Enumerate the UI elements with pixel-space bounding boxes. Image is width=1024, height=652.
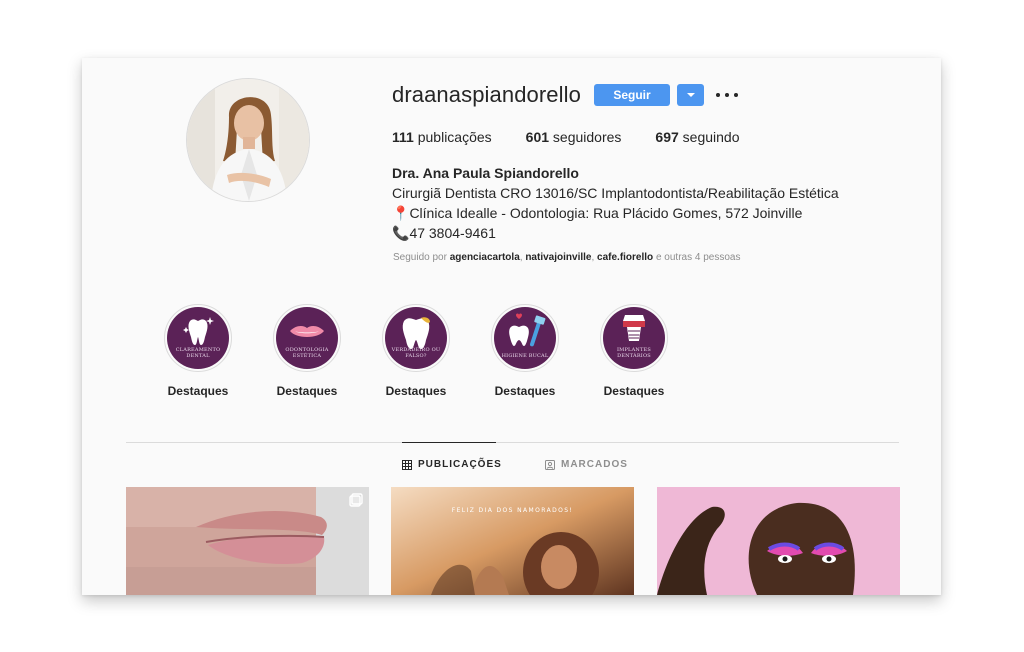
highlight-label: Destaques xyxy=(167,384,229,398)
makeup-photo xyxy=(657,487,900,595)
followed-by-user[interactable]: nativajoinville xyxy=(525,252,591,263)
tabs-divider xyxy=(126,442,899,443)
highlight-label: Destaques xyxy=(276,384,338,398)
bio-line-phone: 📞47 3804-9461 xyxy=(392,225,496,241)
lips-photo xyxy=(126,487,369,595)
profile-avatar[interactable] xyxy=(186,78,310,202)
highlight-item[interactable]: HIGIENE BUCAL Destaques xyxy=(489,304,561,398)
more-dot-icon xyxy=(734,93,738,97)
highlight-cover: CLAREAMENTO DENTAL xyxy=(167,307,229,369)
tab-publicacoes[interactable]: PUBLICAÇÕES xyxy=(402,459,502,470)
suggestions-dropdown-button[interactable] xyxy=(677,84,704,106)
grid-icon xyxy=(402,459,412,470)
highlight-cover: ODONTOLOGIA ESTÉTICA xyxy=(276,307,338,369)
highlight-item[interactable]: VERDADEIRO OU FALSO? Destaques xyxy=(380,304,452,398)
avatar-photo xyxy=(187,79,309,201)
post-thumbnail[interactable] xyxy=(126,487,369,595)
profile-full-name: Dra. Ana Paula Spiandorello xyxy=(392,165,579,181)
follow-button[interactable]: Seguir xyxy=(594,84,670,106)
post-caption: FELIZ DIA DOS NAMORADOS! xyxy=(451,507,574,514)
more-dot-icon xyxy=(725,93,729,97)
multiple-photos-icon xyxy=(349,493,363,507)
tooth-sparkle-icon xyxy=(183,317,214,345)
more-dot-icon xyxy=(716,93,720,97)
more-options-button[interactable] xyxy=(716,86,738,104)
tagged-user-icon xyxy=(545,459,555,470)
followed-by-user[interactable]: agenciacartola xyxy=(450,252,520,263)
highlight-label: Destaques xyxy=(385,384,447,398)
stat-posts: 111 publicações xyxy=(392,129,492,145)
phone-icon: 📞 xyxy=(392,225,410,241)
tooth-brush-icon xyxy=(509,313,546,347)
profile-card: draanaspiandorello Seguir 111 publicaçõe… xyxy=(82,58,941,595)
highlight-cover: VERDADEIRO OU FALSO? xyxy=(385,307,447,369)
tab-marcados[interactable]: MARCADOS xyxy=(545,459,628,470)
highlight-cover: HIGIENE BUCAL xyxy=(494,307,556,369)
followed-by[interactable]: Seguido por agenciacartola, nativajoinvi… xyxy=(393,252,740,263)
post-thumbnail[interactable]: FELIZ DIA DOS NAMORADOS! xyxy=(391,487,634,595)
bio-line-profession: Cirurgiã Dentista CRO 13016/SC Implantod… xyxy=(392,185,839,201)
active-tab-indicator xyxy=(402,442,496,443)
highlight-label: Destaques xyxy=(494,384,556,398)
stat-followers[interactable]: 601 seguidores xyxy=(526,129,622,145)
lips-icon xyxy=(290,326,324,337)
followed-by-user[interactable]: cafe.fiorello xyxy=(597,252,653,263)
highlight-cover: IMPLANTES DENTÁRIOS xyxy=(603,307,665,369)
profile-bio: Dra. Ana Paula Spiandorello Cirurgiã Den… xyxy=(392,163,839,243)
chevron-down-icon xyxy=(686,93,695,97)
highlight-item[interactable]: IMPLANTES DENTÁRIOS Destaques xyxy=(598,304,670,398)
couple-photo xyxy=(391,487,634,595)
post-thumbnail[interactable] xyxy=(657,487,900,595)
tooth-crown-icon xyxy=(402,317,430,349)
profile-username: draanaspiandorello xyxy=(392,82,581,107)
pin-icon: 📍 xyxy=(392,205,410,221)
profile-stats: 111 publicações 601 seguidores 697 segui… xyxy=(392,129,739,145)
highlight-item[interactable]: CLAREAMENTO DENTAL Destaques xyxy=(162,304,234,398)
highlight-label: Destaques xyxy=(603,384,665,398)
highlight-item[interactable]: ODONTOLOGIA ESTÉTICA Destaques xyxy=(271,304,343,398)
stat-following[interactable]: 697 seguindo xyxy=(655,129,739,145)
implant-icon xyxy=(623,315,645,341)
bio-line-address: 📍Clínica Idealle - Odontologia: Rua Plác… xyxy=(392,205,803,221)
